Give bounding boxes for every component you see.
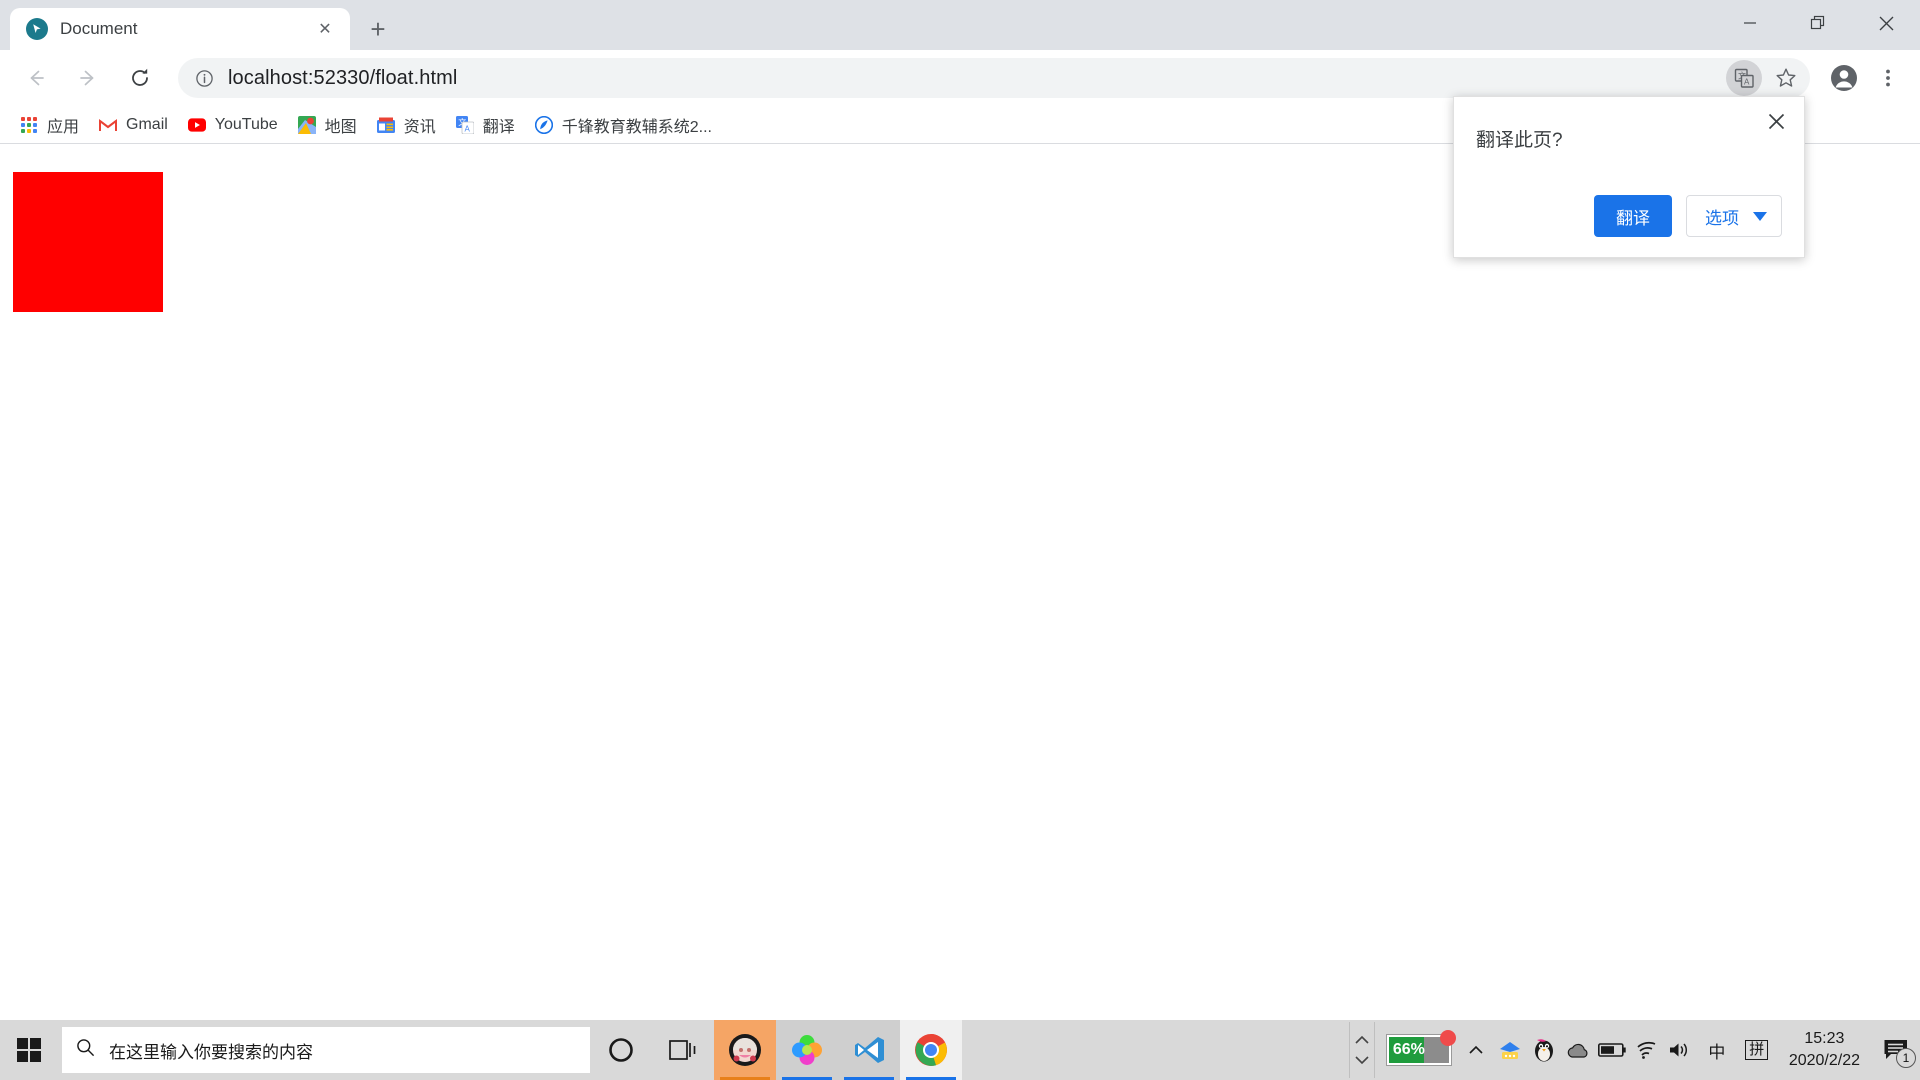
bookmark-label: Gmail bbox=[126, 115, 168, 133]
tab-strip: Document ✕ + bbox=[0, 0, 1920, 50]
translate-icon[interactable]: 文 A bbox=[1726, 60, 1762, 96]
clock-date: 2020/2/22 bbox=[1788, 1052, 1860, 1069]
apps-grid-icon bbox=[20, 116, 38, 134]
chevron-down-icon bbox=[1753, 211, 1767, 221]
taskbar-search-placeholder: 在这里输入你要搜索的内容 bbox=[109, 1042, 313, 1062]
url-text: localhost:52330/float.html bbox=[228, 66, 458, 89]
three-dot-menu-icon[interactable] bbox=[1866, 56, 1910, 100]
system-tray: 66% 中 拼 15:23 2020/2/22 1 bbox=[1348, 1020, 1920, 1080]
window-controls bbox=[1716, 0, 1920, 46]
task-view-icon[interactable] bbox=[652, 1020, 714, 1080]
show-hidden-icons-chevron[interactable] bbox=[1459, 1020, 1493, 1080]
chevron-up-icon bbox=[1355, 1035, 1369, 1044]
clock-time: 15:23 bbox=[1804, 1030, 1845, 1048]
bookmark-apps[interactable]: 应用 bbox=[12, 110, 87, 140]
bookmark-gmail[interactable]: Gmail bbox=[91, 110, 176, 140]
minimize-button[interactable] bbox=[1716, 0, 1784, 46]
google-translate-icon: 文 A bbox=[455, 115, 474, 134]
red-float-box bbox=[13, 172, 163, 312]
notification-icon[interactable]: 1 bbox=[1872, 1020, 1920, 1080]
bookmark-label: 翻译 bbox=[482, 118, 515, 136]
profile-avatar-icon[interactable] bbox=[1822, 56, 1866, 100]
battery-percent-text: 66% bbox=[1392, 1041, 1425, 1058]
onedrive-cloud-icon[interactable] bbox=[1561, 1020, 1595, 1080]
wifi-icon[interactable] bbox=[1629, 1020, 1663, 1080]
tab-title: Document bbox=[60, 19, 138, 38]
windows-logo-icon bbox=[17, 1038, 41, 1062]
star-icon[interactable] bbox=[1768, 60, 1804, 96]
svg-text:A: A bbox=[1744, 77, 1750, 86]
cortana-icon[interactable] bbox=[590, 1020, 652, 1080]
chrome-icon[interactable] bbox=[900, 1020, 962, 1080]
youtube-icon bbox=[187, 116, 206, 134]
google-maps-icon bbox=[297, 115, 316, 134]
bookmark-label: YouTube bbox=[214, 115, 278, 133]
notification-dot-icon bbox=[1439, 1030, 1456, 1046]
info-circle-icon[interactable] bbox=[192, 66, 216, 90]
bookmark-translate[interactable]: 文 A 翻译 bbox=[448, 110, 523, 140]
translate-popup-title: 翻译此页? bbox=[1476, 130, 1563, 151]
qq-penguin-icon[interactable] bbox=[1527, 1020, 1561, 1080]
vscode-icon[interactable] bbox=[838, 1020, 900, 1080]
translate-options-label: 选项 bbox=[1705, 208, 1739, 228]
speaker-icon[interactable] bbox=[1663, 1020, 1697, 1080]
bookmark-label: 地图 bbox=[324, 118, 357, 136]
bookmark-maps[interactable]: 地图 bbox=[290, 110, 365, 140]
qianfeng-icon bbox=[534, 115, 553, 134]
back-button[interactable] bbox=[14, 56, 58, 100]
bookmark-label: 资讯 bbox=[403, 118, 436, 136]
ime-language-label: 中 bbox=[1708, 1042, 1726, 1062]
battery-percent-widget[interactable]: 66% bbox=[1386, 1030, 1456, 1065]
bookmark-qianfeng[interactable]: 千锋教育教辅系统2... bbox=[527, 110, 720, 140]
search-icon bbox=[76, 1038, 95, 1062]
address-bar[interactable]: localhost:52330/float.html 文 A bbox=[178, 58, 1810, 98]
start-button[interactable] bbox=[0, 1020, 58, 1080]
live-server-cursor-icon bbox=[26, 18, 48, 40]
bookmark-youtube[interactable]: YouTube bbox=[180, 110, 286, 140]
notification-count-badge: 1 bbox=[1896, 1048, 1916, 1068]
tray-scroll-arrows[interactable] bbox=[1348, 1022, 1375, 1078]
omnibox-actions: 文 A bbox=[1726, 60, 1804, 96]
bookmark-news[interactable]: 资讯 bbox=[369, 110, 444, 140]
google-news-icon bbox=[376, 116, 395, 134]
windows-taskbar: 在这里输入你要搜索的内容 66% 中 拼 15:23 2020/2/22 1 bbox=[0, 1020, 1920, 1080]
translate-popup-actions: 翻译 选项 bbox=[1594, 195, 1782, 237]
forward-button[interactable] bbox=[66, 56, 110, 100]
browser-tab[interactable]: Document ✕ bbox=[10, 8, 350, 50]
svg-text:A: A bbox=[464, 124, 470, 133]
reload-button[interactable] bbox=[118, 56, 162, 100]
translate-options-button[interactable]: 选项 bbox=[1686, 195, 1782, 237]
bookmark-label: 应用 bbox=[47, 118, 80, 136]
close-window-button[interactable] bbox=[1852, 0, 1920, 46]
new-tab-button[interactable]: + bbox=[360, 11, 396, 47]
flower-app-icon[interactable] bbox=[776, 1020, 838, 1080]
taskbar-clock[interactable]: 15:23 2020/2/22 bbox=[1777, 1020, 1872, 1080]
ime-mode-indicator[interactable]: 拼 bbox=[1737, 1020, 1777, 1080]
taskbar-search-box[interactable]: 在这里输入你要搜索的内容 bbox=[62, 1027, 590, 1073]
maximize-restore-button[interactable] bbox=[1784, 0, 1852, 46]
chevron-down-icon bbox=[1355, 1056, 1369, 1065]
tab-close-icon[interactable]: ✕ bbox=[312, 16, 338, 42]
app-avatar-icon[interactable] bbox=[714, 1020, 776, 1080]
bookmark-label: 千锋教育教辅系统2... bbox=[561, 118, 712, 136]
gmail-icon bbox=[99, 116, 118, 134]
battery-icon[interactable] bbox=[1595, 1020, 1629, 1080]
translate-button[interactable]: 翻译 bbox=[1594, 195, 1672, 237]
page-content-area bbox=[0, 144, 1920, 1020]
translate-popup: 翻译此页? 翻译 选项 bbox=[1453, 96, 1805, 258]
close-icon[interactable] bbox=[1762, 107, 1790, 135]
blue-yellow-app-icon[interactable] bbox=[1493, 1020, 1527, 1080]
ime-language-indicator[interactable]: 中 bbox=[1697, 1020, 1737, 1080]
ime-mode-label: 拼 bbox=[1745, 1039, 1769, 1061]
